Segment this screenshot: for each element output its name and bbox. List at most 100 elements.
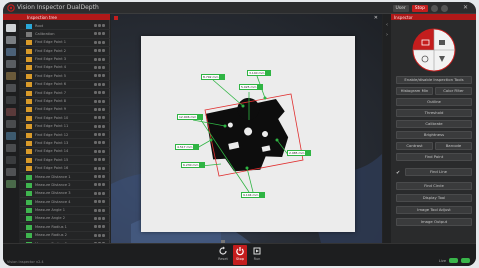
inspector-button[interactable]: Brightness: [396, 131, 472, 139]
tree-item[interactable]: Find Edge Point 5: [20, 72, 110, 81]
tree-item-flags[interactable]: [94, 99, 108, 104]
inspector-button[interactable]: Image Tool Adjust: [396, 206, 472, 214]
measurement-tag[interactable]: 6.230 mm: [181, 162, 206, 168]
layers-tool-icon[interactable]: [6, 84, 16, 92]
measurement-tag[interactable]: 5.025 mm: [239, 84, 264, 90]
camera-tool-icon[interactable]: [6, 24, 16, 32]
measurement-tag[interactable]: 2.985 mm: [287, 150, 312, 156]
tree-item-flags[interactable]: [94, 233, 108, 238]
help-icon[interactable]: [441, 4, 448, 12]
tree-item[interactable]: Find Edge Point 15: [20, 156, 110, 165]
tree-item[interactable]: Root: [20, 22, 110, 31]
inspector-button[interactable]: Outline: [396, 98, 472, 106]
tree-item[interactable]: Find Edge Point 10: [20, 114, 110, 123]
close-window-button[interactable]: ✕: [461, 4, 470, 12]
tree-item-flags[interactable]: [94, 91, 108, 95]
tree-item[interactable]: Measure Angle 2: [20, 215, 110, 224]
tree-item[interactable]: Find Edge Point 8: [20, 98, 110, 106]
tree-item-flags[interactable]: [94, 32, 108, 36]
tree-item[interactable]: Measure Distance 3: [20, 190, 110, 199]
user-button[interactable]: User: [392, 4, 409, 12]
tree-item[interactable]: Find Edge Point 6: [20, 81, 110, 90]
measure-tool-icon[interactable]: [6, 144, 16, 152]
tree-item-flags[interactable]: [94, 124, 108, 129]
inspected-image[interactable]: 5.025 mm 3.140 mm 8.792 mm 12.006 mm 4.5…: [141, 36, 355, 232]
inspector-button[interactable]: Enable/disable Inspection Tools: [396, 76, 472, 84]
tree-item[interactable]: Measure Radius 1: [20, 223, 110, 232]
tree-item[interactable]: Find Edge Point 1: [20, 39, 110, 48]
tree-item[interactable]: Measure Angle 1: [20, 207, 110, 215]
tree-item-flags[interactable]: [94, 208, 108, 213]
measurement-tag[interactable]: 4.517 mm: [175, 144, 200, 150]
inspector-button[interactable]: Image Output: [396, 218, 472, 226]
run-button[interactable]: Run: [250, 245, 264, 265]
tree-item-flags[interactable]: [94, 107, 108, 112]
measurement-tag[interactable]: 9.104 mm: [241, 192, 266, 198]
tree-item[interactable]: Measure Distance 2: [20, 181, 110, 190]
tree-item-flags[interactable]: [94, 65, 108, 70]
gear-tool-icon[interactable]: [6, 36, 16, 44]
tree-item-flags[interactable]: [94, 24, 108, 28]
stop-button[interactable]: Stop: [233, 245, 247, 265]
reset-button[interactable]: Reset: [216, 245, 230, 265]
text-tool-icon[interactable]: [6, 156, 16, 164]
tree-item-flags[interactable]: [94, 191, 108, 196]
tree-item-flags[interactable]: [94, 133, 108, 137]
tree-item-flags[interactable]: [94, 225, 108, 229]
chart-tool-icon[interactable]: [6, 132, 16, 140]
tree-item-flags[interactable]: [94, 116, 108, 120]
tree-item-flags[interactable]: [94, 175, 108, 179]
inspector-button[interactable]: Calibrate: [396, 120, 472, 128]
inspector-button[interactable]: Find Circle: [396, 182, 472, 190]
inspector-button[interactable]: Find Line: [405, 168, 472, 176]
settings-icon[interactable]: [431, 4, 438, 12]
inspector-button[interactable]: Display Tool: [396, 194, 472, 202]
pencil-tool-icon[interactable]: [6, 60, 16, 68]
tree-item[interactable]: Find Edge Point 4: [20, 64, 110, 73]
tree-item-flags[interactable]: [94, 200, 108, 204]
measurement-tag[interactable]: 8.792 mm: [201, 74, 226, 80]
tree-item[interactable]: Measure Distance 1: [20, 173, 110, 182]
tree-item[interactable]: Find Edge Point 14: [20, 148, 110, 157]
inspector-button[interactable]: Color Filter: [435, 87, 472, 95]
tree-item[interactable]: Find Edge Point 11: [20, 123, 110, 132]
tree-item[interactable]: Measure Distance 4: [20, 198, 110, 207]
tree-item-flags[interactable]: [94, 216, 108, 221]
filter-tool-icon[interactable]: [6, 120, 16, 128]
tree-item[interactable]: Find Edge Point 3: [20, 56, 110, 64]
tree-item[interactable]: Find Edge Point 12: [20, 131, 110, 140]
tree-item[interactable]: Find Edge Point 16: [20, 165, 110, 174]
tree-item-flags[interactable]: [94, 49, 108, 53]
tree-item[interactable]: Find Edge Point 2: [20, 47, 110, 56]
tree-item-flags[interactable]: [94, 183, 108, 187]
tree-item[interactable]: Find Edge Point 9: [20, 106, 110, 115]
tree-item[interactable]: Measure Radius 2: [20, 232, 110, 241]
tree-item-flags[interactable]: [94, 141, 108, 145]
image-viewport[interactable]: ✕ 5.025 mm 3.140 mm 8.792 mm 12.006 mm 4…: [111, 14, 382, 243]
measurement-tag[interactable]: 12.006 mm: [177, 114, 204, 120]
tree-item[interactable]: Calibration: [20, 30, 110, 39]
ruler-tool-icon[interactable]: [6, 72, 16, 80]
tree-item-flags[interactable]: [94, 158, 108, 162]
inspector-button[interactable]: Find Point: [396, 153, 472, 161]
inspector-button[interactable]: Threshold: [396, 109, 472, 117]
output-tool-icon[interactable]: [6, 180, 16, 188]
expand-icon[interactable]: ›: [384, 32, 390, 38]
grid-tool-icon[interactable]: [6, 96, 16, 104]
barcode-tool-icon[interactable]: [6, 168, 16, 176]
stop-mode-button[interactable]: Stop: [411, 4, 428, 12]
collapse-icon[interactable]: ‹: [384, 22, 390, 28]
inspector-button[interactable]: Contrast: [396, 142, 433, 150]
image-tool-icon[interactable]: [6, 48, 16, 56]
tree-item[interactable]: Find Edge Point 7: [20, 89, 110, 98]
tree-item-flags[interactable]: [94, 57, 108, 62]
tree-item-flags[interactable]: [94, 149, 108, 154]
inspector-button[interactable]: Barcode: [435, 142, 472, 150]
inspector-button[interactable]: Histogram Min: [396, 87, 433, 95]
tree-item-flags[interactable]: [94, 40, 108, 45]
quadrant-selector[interactable]: [412, 28, 456, 72]
shape-tool-icon[interactable]: [6, 108, 16, 116]
tree-item-flags[interactable]: [94, 166, 108, 171]
tree-item[interactable]: Find Edge Point 13: [20, 139, 110, 148]
tree-item-flags[interactable]: [94, 82, 108, 87]
